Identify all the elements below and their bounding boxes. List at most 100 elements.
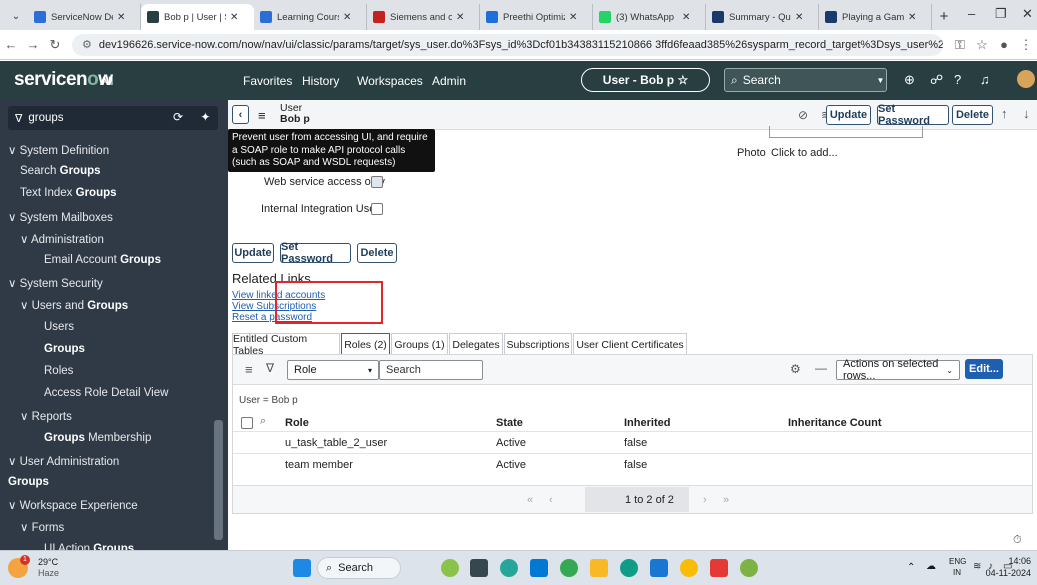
delete-button[interactable]: Delete — [357, 243, 397, 263]
column-header-inheritance-count[interactable]: Inheritance Count — [788, 417, 882, 429]
text-field-partial[interactable] — [769, 126, 923, 138]
tab-close-icon[interactable]: ✕ — [795, 12, 803, 23]
attachment-icon[interactable]: ⊘ — [798, 108, 808, 122]
file-explorer-icon[interactable] — [590, 559, 608, 577]
navigator-item[interactable]: Users — [44, 321, 74, 333]
navigator-item[interactable]: ∨ Reports — [20, 409, 72, 423]
browser-tab[interactable]: Preethi Optimiz ✕ — [480, 4, 593, 30]
previous-page-icon[interactable]: ‹ — [549, 494, 553, 506]
app-icon[interactable] — [740, 559, 758, 577]
last-page-icon[interactable]: » — [723, 494, 729, 506]
tab-close-icon[interactable]: ✕ — [908, 12, 916, 23]
navigator-item[interactable]: ∨ System Definition — [8, 143, 109, 157]
onedrive-icon[interactable]: ☁ — [926, 561, 936, 572]
tab-close-icon[interactable]: ✕ — [117, 12, 125, 23]
search-field-select[interactable]: Role ▾ — [287, 360, 379, 380]
restore-icon[interactable]: ❐ — [995, 6, 1007, 22]
browser-menu-icon[interactable]: ⋮ — [1015, 37, 1037, 53]
navigator-item[interactable]: ∨ System Mailboxes — [8, 210, 113, 224]
nav-workspaces[interactable]: Workspaces — [357, 74, 423, 88]
list-menu-icon[interactable]: ≡ — [245, 362, 253, 377]
edit-button[interactable]: Edit... — [965, 359, 1003, 379]
column-header-state[interactable]: State — [496, 417, 523, 429]
tab-roles[interactable]: Roles (2) — [341, 333, 390, 355]
browser-tab[interactable]: Bob p | User | Se ✕ — [141, 4, 254, 30]
form-menu-icon[interactable]: ≡ — [258, 108, 266, 123]
tab-close-icon[interactable]: ✕ — [456, 12, 464, 23]
windows-start-icon[interactable] — [293, 559, 311, 577]
navigator-item[interactable]: Groups — [44, 343, 85, 355]
chrome-canary-icon[interactable] — [680, 559, 698, 577]
navigator-scrollbar[interactable] — [214, 420, 223, 540]
navigator-item[interactable]: UI Action Groups — [44, 543, 134, 550]
browser-tab[interactable]: Summary - Quiz ✕ — [706, 4, 819, 30]
clock-date[interactable]: 04-11-2024 — [977, 568, 1031, 578]
navigator-item[interactable]: ∨ Workspace Experience — [8, 498, 138, 512]
clear-filter-icon[interactable]: ⟳ — [173, 110, 183, 124]
profile-icon[interactable]: ● — [993, 37, 1015, 52]
navigator-item[interactable]: Email Account Groups — [44, 254, 161, 266]
edge-icon[interactable] — [620, 559, 638, 577]
role-link[interactable]: team member — [285, 459, 353, 471]
actions-on-selected-rows-select[interactable]: Actions on selected rows... ⌄ — [836, 358, 960, 382]
tray-chevron-icon[interactable]: ⌃ — [907, 562, 915, 573]
navigator-item[interactable]: Access Role Detail View — [44, 387, 168, 399]
servicenow-logo[interactable]: servicenow — [14, 69, 113, 91]
gmail-icon[interactable] — [710, 559, 728, 577]
new-tab-button[interactable]: + — [932, 2, 956, 30]
global-search[interactable]: ⌕ Search — [724, 68, 887, 92]
tab-user-client-certificates[interactable]: User Client Certificates — [573, 333, 687, 355]
navigator-item[interactable]: ∨ System Security — [8, 276, 103, 290]
navigator-item[interactable]: ∨ Forms — [20, 520, 64, 534]
bookmark-star-icon[interactable]: ☆ — [971, 37, 993, 53]
browser-tab[interactable]: Learning Course ✕ — [254, 4, 367, 30]
previous-record-icon[interactable]: ↑ — [1001, 106, 1008, 121]
globe-icon[interactable]: ⊕ — [904, 72, 915, 88]
navigator-item[interactable]: ∨ Administration — [20, 232, 104, 246]
tab-close-icon[interactable]: ✕ — [569, 12, 577, 23]
task-view-icon[interactable] — [470, 559, 488, 577]
forward-icon[interactable]: → — [22, 37, 44, 52]
next-record-icon[interactable]: ↓ — [1023, 106, 1030, 121]
role-link[interactable]: u_task_table_2_user — [285, 437, 387, 449]
chrome-icon[interactable] — [560, 559, 578, 577]
tab-delegates[interactable]: Delegates — [449, 333, 503, 355]
all-menu[interactable]: All — [100, 74, 113, 88]
browser-tab[interactable]: ServiceNow Dev ✕ — [28, 4, 141, 30]
chat-icon[interactable]: ☍ — [930, 72, 943, 88]
navigator-item[interactable]: Groups Membership — [44, 432, 151, 444]
nav-history[interactable]: History — [302, 74, 339, 88]
help-icon[interactable]: ? — [954, 72, 961, 87]
select-all-checkbox[interactable] — [241, 417, 253, 429]
tab-close-icon[interactable]: ✕ — [682, 12, 690, 23]
pin-icon[interactable]: ✦ — [200, 110, 210, 124]
clock-time[interactable]: 14:06 — [983, 556, 1031, 566]
state-link[interactable]: Active — [496, 459, 526, 471]
navigator-item[interactable]: Search Groups — [20, 165, 101, 177]
navigator-item[interactable]: Roles — [44, 365, 73, 377]
column-search-icon[interactable]: ⌕ — [260, 415, 266, 428]
tab-close-icon[interactable]: ✕ — [343, 12, 351, 23]
close-window-icon[interactable]: ✕ — [1022, 6, 1033, 22]
copilot-icon[interactable] — [500, 559, 518, 577]
list-settings-gear-icon[interactable]: ⚙ — [790, 362, 801, 376]
teams-icon[interactable] — [530, 559, 548, 577]
timer-icon[interactable]: ⏱ — [1013, 534, 1022, 547]
browser-tab[interactable]: Playing a Game ✕ — [819, 4, 932, 30]
column-header-inherited[interactable]: Inherited — [624, 417, 670, 429]
state-link[interactable]: Active — [496, 437, 526, 449]
back-icon[interactable]: ← — [0, 37, 22, 52]
web-service-checkbox[interactable] — [371, 176, 383, 188]
nav-favorites[interactable]: Favorites — [243, 74, 292, 88]
password-key-icon[interactable]: ⚿ — [949, 37, 971, 53]
first-page-icon[interactable]: « — [527, 494, 533, 506]
notification-bell-icon[interactable]: ♫ — [980, 72, 990, 87]
internal-integration-checkbox[interactable] — [371, 203, 383, 215]
set-password-button[interactable]: Set Password — [280, 241, 351, 265]
next-page-icon[interactable]: › — [703, 494, 707, 506]
list-breadcrumb[interactable]: User = Bob p — [239, 395, 298, 406]
header-delete-button[interactable]: Delete — [952, 105, 993, 125]
language-code[interactable]: ENG — [949, 557, 966, 566]
collapse-icon[interactable]: — — [815, 361, 827, 375]
tab-close-icon[interactable]: ✕ — [230, 12, 238, 23]
